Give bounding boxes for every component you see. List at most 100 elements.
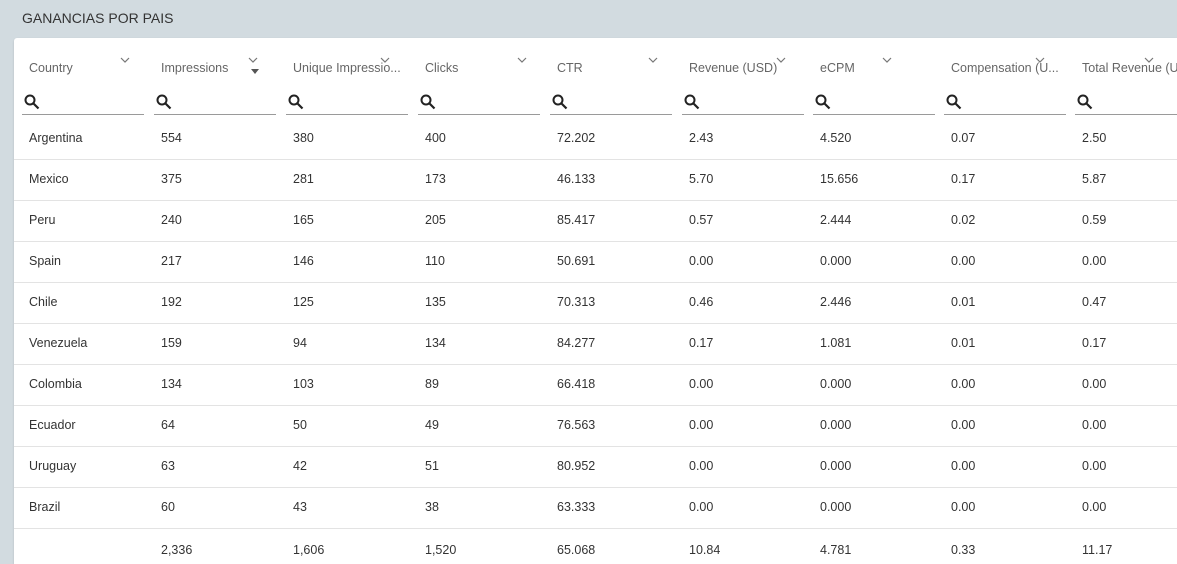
chevron-down-icon[interactable] [1144, 56, 1154, 66]
search-icon [552, 94, 568, 115]
column-header-total_revenue[interactable]: Total Revenue (U [1067, 56, 1177, 80]
column-label: Unique Impressio... [293, 61, 401, 75]
column-header-ctr[interactable]: CTR [542, 56, 652, 80]
column-label: Total Revenue (U [1082, 61, 1177, 75]
filter-input[interactable] [572, 94, 672, 112]
cell-revenue: 0.00 [689, 418, 714, 432]
cell-ctr: 85.417 [557, 213, 596, 227]
cell-ctr: 70.313 [557, 295, 596, 309]
column-header-ecpm[interactable]: eCPM [805, 56, 915, 80]
cell-country: Brazil [29, 500, 61, 514]
filter-input[interactable] [44, 94, 144, 112]
table-row[interactable]: Ecuador 64 50 49 76.563 0.00 0.000 0.00 0.00 [14, 405, 1177, 447]
cell-country: Venezuela [29, 336, 88, 350]
column-label: Clicks [425, 61, 459, 75]
column-header-clicks[interactable]: Clicks [410, 56, 520, 80]
column-filter-compensation [944, 92, 1066, 115]
cell-total_revenue: 0.59 [1082, 213, 1107, 227]
cell-ctr: 46.133 [557, 172, 596, 186]
cell-clicks: 49 [425, 418, 439, 432]
filter-input[interactable] [704, 94, 804, 112]
cell-unique: 380 [293, 131, 314, 145]
cell-revenue: 2.43 [689, 131, 714, 145]
column-label: Revenue (USD) [689, 61, 778, 75]
column-filter-clicks [418, 92, 540, 115]
cell-total_revenue: 0.00 [1082, 500, 1107, 514]
filter-input[interactable] [1097, 94, 1177, 112]
total-clicks: 1,520 [425, 543, 457, 557]
column-filter-total_revenue [1075, 92, 1177, 115]
cell-impressions: 192 [161, 295, 182, 309]
cell-revenue: 0.17 [689, 336, 714, 350]
cell-ctr: 72.202 [557, 131, 596, 145]
table-row[interactable]: Colombia 134 103 89 66.418 0.00 0.000 0.00 0.00 [14, 364, 1177, 406]
cell-compensation: 0.00 [951, 459, 976, 473]
cell-unique: 42 [293, 459, 307, 473]
search-icon [946, 94, 962, 115]
cell-country: Argentina [29, 131, 83, 145]
cell-revenue: 0.00 [689, 377, 714, 391]
filter-input[interactable] [440, 94, 540, 112]
table-row[interactable]: Chile 192 125 135 70.313 0.46 2.446 0.01 0.47 [14, 282, 1177, 324]
total-impressions: 2,336 [161, 543, 193, 557]
cell-compensation: 0.00 [951, 377, 976, 391]
chevron-down-icon[interactable] [882, 56, 892, 66]
cell-unique: 43 [293, 500, 307, 514]
cell-clicks: 110 [425, 254, 445, 268]
cell-ecpm: 2.444 [820, 213, 852, 227]
cell-impressions: 375 [161, 172, 182, 186]
search-icon [156, 94, 172, 115]
cell-country: Peru [29, 213, 56, 227]
table-row[interactable]: Peru 240 165 205 85.417 0.57 2.444 0.02 0.59 [14, 200, 1177, 242]
filter-input[interactable] [966, 94, 1066, 112]
cell-ecpm: 0.000 [820, 377, 852, 391]
cell-revenue: 5.70 [689, 172, 714, 186]
search-icon [288, 94, 304, 115]
total-total_revenue: 11.17 [1082, 543, 1113, 557]
cell-country: Colombia [29, 377, 82, 391]
panel-header: GANANCIAS POR PAIS [0, 0, 1177, 38]
table-row[interactable]: Mexico 375 281 173 46.133 5.70 15.656 0.17 5.87 [14, 159, 1177, 201]
cell-revenue: 0.00 [689, 459, 714, 473]
search-icon [684, 94, 700, 115]
cell-country: Mexico [29, 172, 69, 186]
filter-input[interactable] [835, 94, 935, 112]
cell-total_revenue: 0.00 [1082, 377, 1107, 391]
table-row[interactable]: Brazil 60 43 38 63.333 0.00 0.000 0.00 0.00 [14, 487, 1177, 529]
table-row[interactable]: Spain 217 146 110 50.691 0.00 0.000 0.00 0.00 [14, 241, 1177, 283]
cell-impressions: 64 [161, 418, 175, 432]
column-header-revenue[interactable]: Revenue (USD) [674, 56, 784, 80]
table-row[interactable]: Argentina 554 380 400 72.202 2.43 4.520 0.07 2.5… [14, 118, 1177, 160]
cell-compensation: 0.00 [951, 418, 976, 432]
cell-impressions: 63 [161, 459, 175, 473]
column-filter-impressions [154, 92, 276, 115]
chevron-down-icon[interactable] [120, 56, 130, 66]
cell-clicks: 89 [425, 377, 439, 391]
cell-compensation: 0.01 [951, 336, 976, 350]
cell-compensation: 0.01 [951, 295, 976, 309]
chevron-down-icon[interactable] [380, 56, 390, 66]
cell-ctr: 84.277 [557, 336, 596, 350]
chevron-down-icon[interactable] [776, 56, 786, 66]
column-filter-ecpm [813, 92, 935, 115]
cell-compensation: 0.17 [951, 172, 976, 186]
sort-desc-icon[interactable] [250, 63, 260, 74]
chevron-down-icon[interactable] [648, 56, 658, 66]
cell-unique: 103 [293, 377, 314, 391]
chevron-down-icon[interactable] [1035, 56, 1045, 66]
column-header-compensation[interactable]: Compensation (U... [936, 56, 1059, 80]
column-header-country[interactable]: Country [14, 56, 124, 80]
table-row[interactable]: Uruguay 63 42 51 80.952 0.00 0.000 0.00 0.00 [14, 446, 1177, 488]
filter-input[interactable] [176, 94, 276, 112]
cell-ecpm: 0.000 [820, 254, 852, 268]
cell-clicks: 205 [425, 213, 446, 227]
column-filter-revenue [682, 92, 804, 115]
table-row[interactable]: Venezuela 159 94 134 84.277 0.17 1.081 0.01 0.17 [14, 323, 1177, 365]
filter-input[interactable] [308, 94, 408, 112]
cell-unique: 50 [293, 418, 307, 432]
cell-country: Spain [29, 254, 61, 268]
total-compensation: 0.33 [951, 543, 976, 557]
chevron-down-icon[interactable] [517, 56, 527, 66]
column-header-impressions[interactable]: Impressions [146, 56, 256, 80]
column-header-unique[interactable]: Unique Impressio... [278, 56, 401, 80]
